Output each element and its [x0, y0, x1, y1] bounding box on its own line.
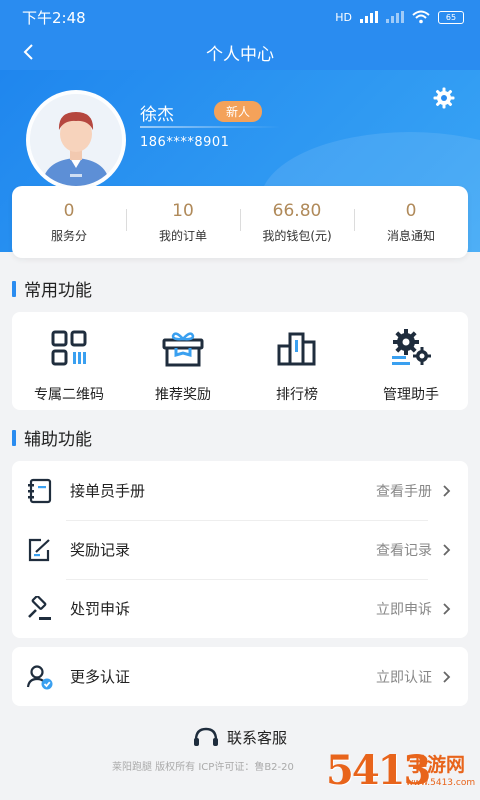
chevron-right-icon: [442, 669, 454, 685]
user-name: 徐杰: [140, 105, 174, 125]
row-action: 立即认证: [376, 669, 432, 686]
chevron-left-icon: [23, 44, 33, 60]
chevron-right-icon: [442, 542, 454, 558]
stat-label: 我的订单: [158, 228, 207, 243]
func-label: 排行榜: [276, 387, 318, 403]
row-action: 查看记录: [376, 542, 432, 559]
watermark-url: www.5413.com: [406, 778, 476, 788]
section-bar: [12, 280, 16, 297]
func-ranking[interactable]: 排行榜: [240, 312, 354, 410]
stat-messages[interactable]: 0 消息通知: [354, 201, 468, 244]
stat-label: 我的钱包(元): [262, 228, 332, 243]
row-action: 立即申诉: [376, 601, 432, 618]
func-label: 推荐奖励: [155, 387, 211, 403]
func-qr-code[interactable]: 专属二维码: [12, 312, 126, 410]
func-referral-reward[interactable]: 推荐奖励: [126, 312, 240, 410]
stat-service-score[interactable]: 0 服务分: [12, 201, 126, 244]
status-time: 下午2:48: [22, 8, 86, 27]
footer-copyright: 莱阳跑腿 版权所有 ICP许可证：鲁B2-20: [112, 762, 294, 773]
stat-my-orders[interactable]: 10 我的订单: [126, 201, 240, 244]
contact-label: 联系客服: [226, 728, 287, 747]
signal-weak-icon: [386, 11, 404, 23]
stat-my-wallet[interactable]: 66.80 我的钱包(元): [240, 201, 354, 244]
common-functions-card: 专属二维码 推荐奖励 排行榜 管理助手: [12, 312, 468, 410]
status-badge: 新人: [214, 101, 263, 122]
more-auth-card: 更多认证 立即认证: [12, 647, 468, 706]
watermark-logo: 5413 手游网 www.5413.com: [326, 744, 476, 798]
list-item-more-auth[interactable]: 更多认证 立即认证: [12, 647, 468, 706]
list-item-reward-record[interactable]: 奖励记录 查看记录: [12, 520, 468, 579]
battery-icon: 65: [438, 10, 464, 24]
gavel-icon: [26, 595, 54, 623]
chevron-right-icon: [442, 483, 454, 499]
avatar[interactable]: [26, 90, 126, 190]
back-button[interactable]: [14, 38, 42, 66]
user-avatar-icon: [30, 94, 122, 186]
user-verified-icon: [26, 663, 54, 691]
stat-value: 66.80: [272, 200, 322, 221]
nav-bar: 个人中心: [0, 34, 480, 70]
signal-icon: [360, 11, 378, 23]
aux-functions-card: 接单员手册 查看手册 奖励记录 查看记录 处罚申诉 立即申诉: [12, 461, 468, 638]
qr-code-icon: [47, 326, 91, 370]
chevron-right-icon: [442, 601, 454, 617]
row-label: 奖励记录: [70, 541, 131, 559]
section-title-text: 常用功能: [24, 281, 92, 301]
gears-icon: [389, 326, 433, 370]
stat-value: 0: [63, 200, 75, 221]
headset-icon: [193, 727, 218, 746]
list-item-handbook[interactable]: 接单员手册 查看手册: [12, 461, 468, 520]
stat-label: 服务分: [50, 228, 87, 243]
stat-value: 10: [172, 200, 194, 221]
section-bar: [12, 429, 16, 446]
section-title-common: 常用功能: [12, 276, 92, 301]
page-title: 个人中心: [206, 44, 274, 65]
handbook-icon: [26, 477, 54, 505]
row-label: 接单员手册: [70, 482, 146, 500]
stat-label: 消息通知: [386, 228, 435, 243]
func-label: 专属二维码: [34, 387, 104, 403]
func-label: 管理助手: [383, 387, 439, 403]
gear-icon: [433, 87, 455, 109]
user-phone: 186****8901: [140, 135, 230, 150]
edit-record-icon: [26, 536, 54, 564]
section-title-text: 辅助功能: [24, 430, 92, 450]
func-admin-assistant[interactable]: 管理助手: [354, 312, 468, 410]
status-icons: HD 65: [335, 10, 464, 24]
row-label: 更多认证: [70, 668, 131, 686]
ranking-icon: [275, 326, 319, 370]
row-label: 处罚申诉: [70, 600, 131, 618]
list-item-penalty-appeal[interactable]: 处罚申诉 立即申诉: [12, 579, 468, 638]
watermark-title: 手游网: [408, 754, 466, 776]
network-label: HD: [335, 10, 352, 24]
name-divider: [140, 126, 280, 128]
row-action: 查看手册: [376, 483, 432, 500]
stats-card: 0 服务分 10 我的订单 66.80 我的钱包(元) 0 消息通知: [12, 186, 468, 258]
gift-icon: [161, 326, 205, 370]
status-bar: 下午2:48 HD 65: [0, 0, 480, 34]
settings-button[interactable]: [430, 84, 458, 112]
section-title-aux: 辅助功能: [12, 425, 92, 450]
stat-value: 0: [405, 200, 417, 221]
wifi-icon: [412, 10, 430, 24]
